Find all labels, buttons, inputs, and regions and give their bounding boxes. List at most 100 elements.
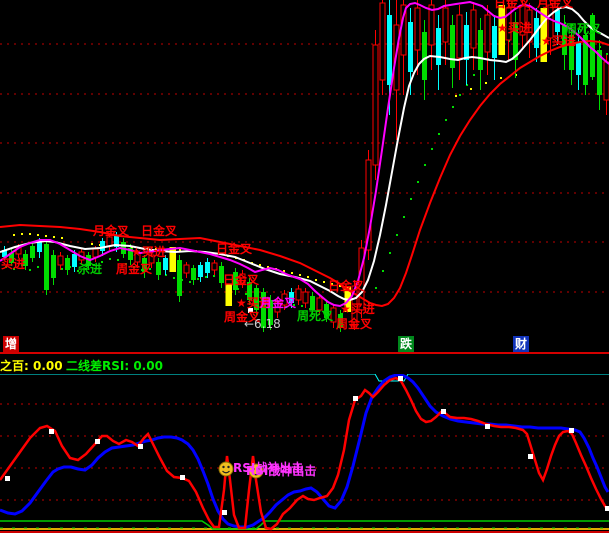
candle-up [184, 265, 189, 273]
yellow-dot-ma [291, 272, 293, 274]
smiley-face [219, 462, 233, 476]
candle-up [471, 10, 476, 48]
signal-label: 日金叉 [216, 241, 253, 256]
green-dot-ma [375, 287, 377, 289]
candle-cyan [100, 241, 105, 251]
signal-label: 日金叉 [494, 0, 531, 10]
indicator-value-percent: 之百: 0.00 [0, 357, 63, 374]
signal-label: 杀进 [78, 261, 102, 276]
green-dot-ma [197, 278, 199, 280]
indicator-value-rsi-diff: 二线差RSI: 0.00 [66, 357, 163, 374]
candle-cyan [163, 258, 168, 270]
candle-up [485, 15, 490, 52]
green-dot-ma [424, 164, 426, 166]
green-dot-ma [213, 275, 215, 277]
candle-down [310, 296, 315, 310]
yellow-dot-ma [307, 276, 309, 278]
yellow-dot-ma [29, 233, 31, 235]
green-dot-ma [438, 133, 440, 135]
green-dot-ma [382, 270, 384, 272]
candle-down [44, 244, 49, 290]
candle-up [415, 8, 420, 50]
yellow-dot-ma [315, 279, 317, 281]
status-badge-zeng[interactable]: 增 [3, 336, 19, 352]
candle-down [422, 32, 427, 80]
node-marker [569, 428, 574, 433]
node-marker [222, 510, 227, 515]
yellow-dot-ma [13, 234, 15, 236]
node-marker [180, 475, 185, 480]
signal-label: 周死叉 [565, 22, 602, 36]
green-dot-ma [29, 269, 31, 271]
signal-label: ★买进 [340, 301, 375, 316]
panel-separator-line [0, 352, 609, 354]
signal-label: ★买进 [131, 244, 166, 259]
candle-cyan [408, 22, 413, 72]
green-dot-ma [410, 198, 412, 200]
candlestick-chart[interactable]: 月金叉日金叉★买进买进杀进周金叉日金叉日金叉★买进周金叉月金叉周死叉日金叉★买进… [0, 0, 609, 334]
green-dot-ma [189, 281, 191, 283]
trading-app-chart-window: 月金叉日金叉★买进买进杀进周金叉日金叉日金叉★买进周金叉月金叉周死叉日金叉★买进… [0, 0, 609, 533]
rsi-line-red [0, 378, 608, 529]
yellow-dot-ma [37, 234, 39, 236]
signal-label: ★买进 [497, 20, 532, 35]
panel-top-border [0, 374, 609, 381]
candle-cyan [72, 254, 77, 267]
green-dot-ma [473, 74, 475, 76]
green-dot-ma [61, 268, 63, 270]
yellow-dot-ma [455, 95, 457, 97]
green-dot-ma [109, 258, 111, 260]
candle-cyan [576, 42, 581, 75]
candle-down [51, 255, 56, 278]
status-badge-cai[interactable]: 财 [513, 336, 529, 352]
green-dot-ma [403, 216, 405, 218]
signal-label: 买进 [1, 256, 25, 271]
green-dot-ma [445, 119, 447, 121]
candle-up [107, 237, 112, 246]
candle-up [93, 249, 98, 257]
signal-label: 月金叉 [92, 223, 130, 238]
candle-cyan [464, 25, 469, 60]
candle-up [443, 8, 448, 42]
green-dot-ma [431, 148, 433, 150]
yellow-dot-ma [470, 88, 472, 90]
signal-label: 周金叉 [336, 316, 373, 331]
candle-down [30, 246, 35, 258]
node-marker [528, 454, 533, 459]
rsi-line-blue [0, 375, 608, 527]
candle-down [177, 260, 182, 296]
rsi-signal-label: RSI战神出击 [246, 463, 316, 478]
candle-cyan [436, 28, 441, 65]
yellow-dot-ma [61, 237, 63, 239]
node-marker [95, 439, 100, 444]
green-dot-ma [396, 234, 398, 236]
signal-label: 日金叉 [328, 278, 365, 293]
signal-label: 月金叉 [536, 0, 574, 10]
signal-label: 日金叉 [141, 223, 178, 238]
candle-cyan [387, 15, 392, 85]
candle-cyan [198, 265, 203, 277]
candle-cyan [37, 242, 42, 252]
candle-up [296, 289, 301, 300]
signal-label: 周金叉 [116, 261, 153, 276]
rsi-indicator-panel[interactable]: RSI战神出击RSI战神出击 [0, 374, 609, 533]
candle-up [212, 263, 217, 270]
yellow-dot-ma [45, 235, 47, 237]
green-dot-ma [452, 106, 454, 108]
candle-down [450, 25, 455, 68]
candle-highlight [226, 284, 233, 306]
price-callout: ←6.18 [244, 317, 281, 331]
candle-up [604, 62, 609, 100]
candle-up [429, 5, 434, 45]
green-dot-ma [245, 293, 247, 295]
node-marker [441, 409, 446, 414]
green-dot-ma [37, 266, 39, 268]
node-marker [398, 376, 403, 381]
smiley-buy-icon [219, 462, 233, 476]
smiley-eye [222, 466, 224, 468]
status-badge-die[interactable]: 跌 [398, 336, 414, 352]
signal-label: 周死叉 [297, 309, 334, 323]
node-marker [485, 424, 490, 429]
yellow-dot-ma [500, 77, 502, 79]
green-dot-ma [117, 259, 119, 261]
